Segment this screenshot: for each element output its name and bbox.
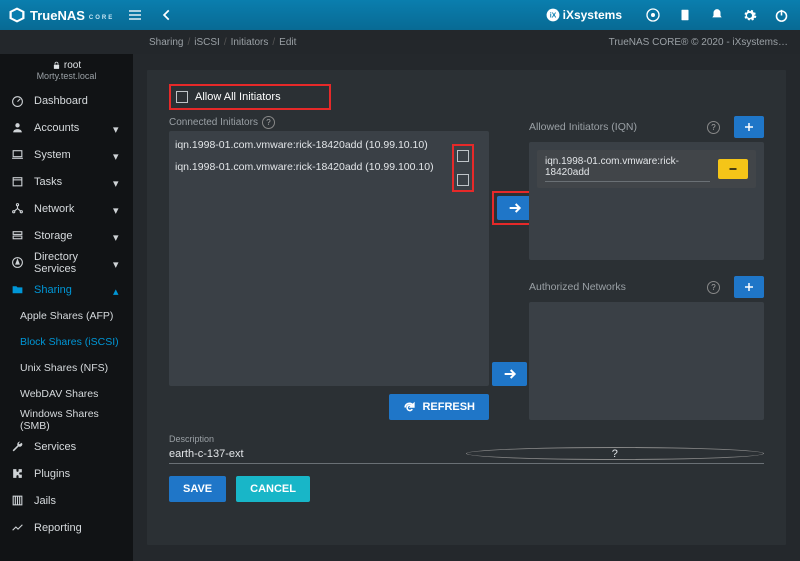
back-button[interactable] bbox=[156, 4, 178, 26]
help-icon[interactable]: ? bbox=[707, 281, 720, 294]
crumb-iscsi[interactable]: iSCSI bbox=[194, 37, 220, 48]
move-to-allowed-button[interactable] bbox=[497, 196, 532, 220]
select-initiator-checkbox[interactable] bbox=[457, 150, 469, 162]
allow-all-label: Allow All Initiators bbox=[195, 91, 281, 103]
sidebar-item-tasks[interactable]: Tasks▾ bbox=[0, 168, 133, 195]
power-icon[interactable] bbox=[770, 4, 792, 26]
copyright: TrueNAS CORE® © 2020 - iXsystems… bbox=[609, 37, 788, 48]
connected-initiators-label: Connected Initiators bbox=[169, 117, 258, 128]
chevron-down-icon: ▾ bbox=[113, 231, 123, 241]
folder-icon bbox=[10, 283, 24, 297]
storage-icon bbox=[10, 229, 24, 243]
chevron-down-icon: ▾ bbox=[113, 177, 123, 187]
sidebar-item-webdav-shares[interactable]: WebDAV Shares bbox=[0, 381, 133, 407]
crumb-sharing[interactable]: Sharing bbox=[149, 37, 183, 48]
allowed-initiators-list: iqn.1998-01.com.vmware:rick-18420add bbox=[529, 142, 764, 260]
sidebar-item-reporting[interactable]: Reporting bbox=[0, 514, 133, 541]
sidebar-item-sharing[interactable]: Sharing▴ bbox=[0, 276, 133, 303]
allow-all-checkbox[interactable] bbox=[176, 91, 188, 103]
chevron-down-icon: ▾ bbox=[113, 258, 123, 268]
help-icon[interactable]: ? bbox=[262, 116, 275, 129]
laptop-icon bbox=[10, 148, 24, 162]
person-icon bbox=[10, 121, 24, 135]
lock-icon bbox=[52, 61, 61, 70]
add-authorized-network-button[interactable] bbox=[734, 276, 764, 298]
chart-icon bbox=[10, 521, 24, 535]
description-label: Description bbox=[169, 434, 764, 444]
connected-select-checkboxes bbox=[452, 144, 474, 192]
sidebar-item-jails[interactable]: Jails bbox=[0, 487, 133, 514]
jail-icon bbox=[10, 494, 24, 508]
list-item[interactable]: iqn.1998-01.com.vmware:rick-18420add (10… bbox=[175, 161, 483, 173]
allowed-initiator-input[interactable]: iqn.1998-01.com.vmware:rick-18420add bbox=[545, 156, 710, 182]
help-icon[interactable]: ? bbox=[466, 447, 765, 460]
sidebar-item-storage[interactable]: Storage▾ bbox=[0, 222, 133, 249]
status-icon[interactable] bbox=[642, 4, 664, 26]
allowed-initiators-label: Allowed Initiators (IQN) bbox=[529, 121, 701, 133]
breadcrumb-bar: Sharing/ iSCSI/ Initiators/ Edit TrueNAS… bbox=[0, 30, 800, 54]
allow-all-initiators-row[interactable]: Allow All Initiators bbox=[169, 84, 331, 110]
sidebar-menu: Dashboard Accounts▾ System▾ Tasks▾ Netwo… bbox=[0, 87, 133, 561]
crumb-edit: Edit bbox=[279, 37, 296, 48]
connected-initiators-list[interactable]: iqn.1998-01.com.vmware:rick-18420add (10… bbox=[169, 131, 489, 386]
sidebar-item-directory-services[interactable]: Directory Services▾ bbox=[0, 249, 133, 276]
right-column: Allowed Initiators (IQN) ? iqn.1998-01.c… bbox=[529, 116, 764, 420]
add-allowed-initiator-button[interactable] bbox=[734, 116, 764, 138]
main-content: Allow All Initiators Connected Initiator… bbox=[133, 54, 800, 561]
refresh-button[interactable]: REFRESH bbox=[389, 394, 489, 420]
authorized-networks-list[interactable] bbox=[529, 302, 764, 420]
user-block: root Morty.test.local bbox=[0, 54, 133, 87]
brand-logo: TrueNAS CORE bbox=[8, 6, 114, 24]
move-to-authnet-wrap bbox=[492, 362, 527, 386]
clipboard-icon[interactable] bbox=[674, 4, 696, 26]
sidebar-item-unix-shares[interactable]: Unix Shares (NFS) bbox=[0, 355, 133, 381]
user-host: Morty.test.local bbox=[37, 71, 97, 81]
sidebar: root Morty.test.local Dashboard Accounts… bbox=[0, 54, 133, 561]
list-item[interactable]: iqn.1998-01.com.vmware:rick-18420add (10… bbox=[175, 139, 483, 151]
puzzle-icon bbox=[10, 467, 24, 481]
svg-text:iX: iX bbox=[549, 12, 556, 19]
sidebar-item-dashboard[interactable]: Dashboard bbox=[0, 87, 133, 114]
sidebar-item-services[interactable]: Services bbox=[0, 433, 133, 460]
sidebar-item-apple-shares[interactable]: Apple Shares (AFP) bbox=[0, 303, 133, 329]
authorized-networks-label: Authorized Networks bbox=[529, 281, 701, 293]
crumb-initiators[interactable]: Initiators bbox=[231, 37, 269, 48]
sidebar-item-block-shares[interactable]: Block Shares (iSCSI) bbox=[0, 329, 133, 355]
chevron-down-icon: ▾ bbox=[113, 204, 123, 214]
description-field: Description earth-c-137-ext ? bbox=[169, 434, 764, 464]
user-name: root bbox=[64, 60, 81, 71]
initiator-form-panel: Allow All Initiators Connected Initiator… bbox=[147, 70, 786, 545]
wrench-icon bbox=[10, 440, 24, 454]
partner-logo: iX iXsystems bbox=[546, 8, 622, 22]
save-button[interactable]: SAVE bbox=[169, 476, 226, 502]
cancel-button[interactable]: CANCEL bbox=[236, 476, 310, 502]
topbar: TrueNAS CORE iX iXsystems bbox=[0, 0, 800, 30]
chevron-down-icon: ▾ bbox=[113, 123, 123, 133]
allowed-initiator-entry: iqn.1998-01.com.vmware:rick-18420add bbox=[537, 150, 756, 188]
network-icon bbox=[10, 202, 24, 216]
brand-edition: CORE bbox=[89, 15, 114, 21]
help-icon[interactable]: ? bbox=[707, 121, 720, 134]
sidebar-item-windows-shares[interactable]: Windows Shares (SMB) bbox=[0, 407, 133, 433]
dashboard-icon bbox=[10, 94, 24, 108]
sidebar-item-system[interactable]: System▾ bbox=[0, 141, 133, 168]
gear-icon[interactable] bbox=[738, 4, 760, 26]
chevron-up-icon: ▴ bbox=[113, 285, 123, 295]
form-actions: SAVE CANCEL bbox=[169, 476, 764, 502]
sidebar-item-network[interactable]: Network▾ bbox=[0, 195, 133, 222]
move-to-authnet-button[interactable] bbox=[492, 362, 527, 386]
connected-initiators-column: Connected Initiators ? iqn.1998-01.com.v… bbox=[169, 116, 489, 420]
menu-toggle-button[interactable] bbox=[124, 4, 146, 26]
hex-icon bbox=[8, 6, 26, 24]
remove-allowed-initiator-button[interactable] bbox=[718, 159, 748, 179]
compass-icon bbox=[10, 256, 24, 270]
select-initiator-checkbox[interactable] bbox=[457, 174, 469, 186]
sidebar-item-plugins[interactable]: Plugins bbox=[0, 460, 133, 487]
calendar-icon bbox=[10, 175, 24, 189]
bell-icon[interactable] bbox=[706, 4, 728, 26]
brand-name: TrueNAS bbox=[30, 8, 85, 23]
sidebar-item-accounts[interactable]: Accounts▾ bbox=[0, 114, 133, 141]
chevron-down-icon: ▾ bbox=[113, 150, 123, 160]
description-input[interactable]: earth-c-137-ext bbox=[169, 448, 466, 460]
